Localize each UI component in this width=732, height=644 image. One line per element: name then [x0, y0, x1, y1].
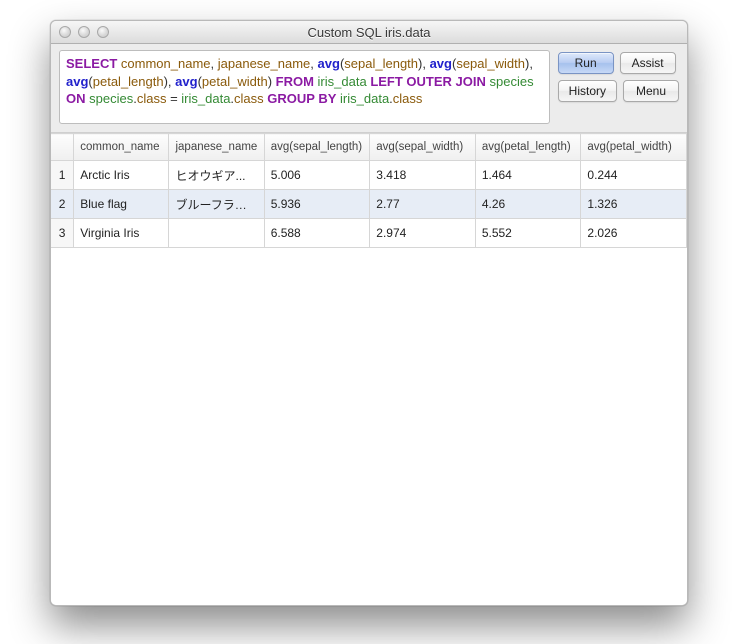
cell-common-name[interactable]: Virginia Iris — [74, 219, 169, 248]
cell-avg-sepal-length[interactable]: 5.936 — [264, 190, 370, 219]
col-header-common-name[interactable]: common_name — [74, 134, 169, 161]
table-header-row: common_name japanese_name avg(sepal_leng… — [51, 134, 687, 161]
cell-japanese-name[interactable] — [169, 219, 264, 248]
close-icon[interactable] — [59, 26, 71, 38]
cell-common-name[interactable]: Arctic Iris — [74, 161, 169, 190]
cell-avg-petal-width[interactable]: 2.026 — [581, 219, 687, 248]
row-number[interactable]: 3 — [51, 219, 74, 248]
menu-button[interactable]: Menu — [623, 80, 679, 102]
cell-avg-petal-width[interactable]: 1.326 — [581, 190, 687, 219]
col-header-avg-petal-length[interactable]: avg(petal_length) — [475, 134, 581, 161]
cell-avg-sepal-length[interactable]: 6.588 — [264, 219, 370, 248]
sql-editor[interactable]: SELECT common_name, japanese_name, avg(s… — [59, 50, 550, 124]
row-number-header[interactable] — [51, 134, 74, 161]
cell-japanese-name[interactable]: ヒオウギア... — [169, 161, 264, 190]
cell-avg-petal-length[interactable]: 4.26 — [475, 190, 581, 219]
row-number[interactable]: 1 — [51, 161, 74, 190]
titlebar[interactable]: Custom SQL iris.data — [51, 21, 687, 44]
toolbar: SELECT common_name, japanese_name, avg(s… — [51, 44, 687, 133]
cell-avg-petal-width[interactable]: 0.244 — [581, 161, 687, 190]
cell-avg-petal-length[interactable]: 5.552 — [475, 219, 581, 248]
results-pane: common_name japanese_name avg(sepal_leng… — [51, 133, 687, 606]
run-button[interactable]: Run — [558, 52, 614, 74]
traffic-lights — [51, 26, 109, 38]
window-title: Custom SQL iris.data — [51, 25, 687, 40]
zoom-icon[interactable] — [97, 26, 109, 38]
cell-avg-sepal-width[interactable]: 3.418 — [370, 161, 476, 190]
minimize-icon[interactable] — [78, 26, 90, 38]
results-table: common_name japanese_name avg(sepal_leng… — [51, 133, 687, 248]
app-window: Custom SQL iris.data SELECT common_name,… — [50, 20, 688, 606]
assist-button[interactable]: Assist — [620, 52, 676, 74]
col-header-avg-sepal-length[interactable]: avg(sepal_length) — [264, 134, 370, 161]
cell-japanese-name[interactable]: ブルーフラッグ — [169, 190, 264, 219]
table-row[interactable]: 1Arctic Irisヒオウギア...5.0063.4181.4640.244 — [51, 161, 687, 190]
toolbar-buttons: Run Assist History Menu — [558, 50, 679, 124]
cell-avg-sepal-width[interactable]: 2.77 — [370, 190, 476, 219]
row-number[interactable]: 2 — [51, 190, 74, 219]
cell-avg-sepal-width[interactable]: 2.974 — [370, 219, 476, 248]
cell-avg-petal-length[interactable]: 1.464 — [475, 161, 581, 190]
cell-avg-sepal-length[interactable]: 5.006 — [264, 161, 370, 190]
col-header-avg-sepal-width[interactable]: avg(sepal_width) — [370, 134, 476, 161]
history-button[interactable]: History — [558, 80, 617, 102]
table-row[interactable]: 2Blue flagブルーフラッグ5.9362.774.261.326 — [51, 190, 687, 219]
table-row[interactable]: 3Virginia Iris 6.5882.9745.5522.026 — [51, 219, 687, 248]
col-header-japanese-name[interactable]: japanese_name — [169, 134, 264, 161]
cell-common-name[interactable]: Blue flag — [74, 190, 169, 219]
col-header-avg-petal-width[interactable]: avg(petal_width) — [581, 134, 687, 161]
